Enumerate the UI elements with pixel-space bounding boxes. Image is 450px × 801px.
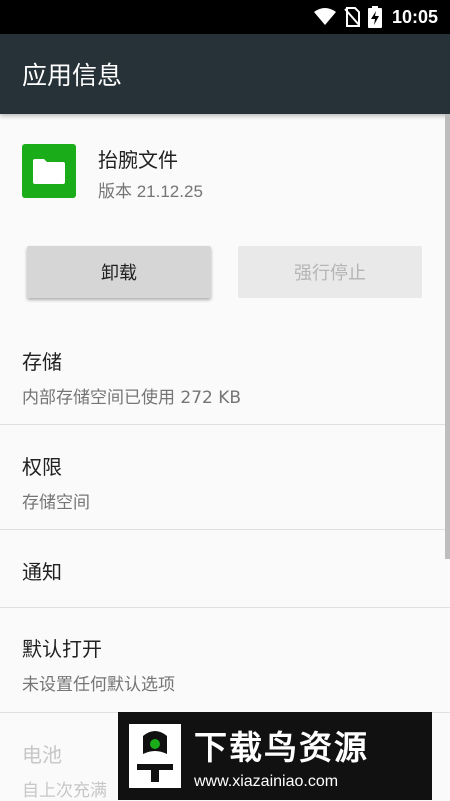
clock: 10:05 [391, 6, 438, 27]
bird-logo-icon [124, 721, 186, 791]
scrollbar[interactable] [445, 114, 450, 559]
permissions-subtitle: 存储空间 [22, 493, 90, 513]
permissions-title: 权限 [22, 455, 62, 479]
app-name: 抬腕文件 [98, 148, 178, 172]
app-header: 抬腕文件 版本 21.12.25 [0, 114, 450, 224]
toolbar: 应用信息 [0, 34, 450, 114]
divider [0, 424, 450, 425]
app-version: 版本 21.12.25 [98, 182, 203, 201]
notifications-title: 通知 [22, 560, 62, 584]
status-bar: 10:05 [0, 0, 450, 34]
no-sim-icon [344, 7, 360, 27]
permissions-item[interactable]: 权限 存储空间 [0, 451, 450, 513]
watermark-url: www.xiazainiao.com [194, 773, 339, 790]
open-by-default-subtitle: 未设置任何默认选项 [22, 675, 175, 695]
watermark-title: 下载鸟资源 [194, 728, 369, 767]
watermark-banner: 下载鸟资源 www.xiazainiao.com [118, 712, 432, 800]
wifi-icon [313, 8, 336, 26]
divider [0, 607, 450, 608]
divider [0, 529, 450, 530]
force-stop-button[interactable]: 强行停止 [238, 246, 422, 298]
folder-icon [22, 144, 76, 198]
storage-title: 存储 [22, 350, 62, 374]
open-by-default-title: 默认打开 [22, 637, 102, 661]
storage-subtitle: 内部存储空间已使用 272 KB [22, 388, 242, 408]
uninstall-button[interactable]: 卸载 [27, 246, 211, 298]
page-title: 应用信息 [22, 61, 123, 90]
notifications-item[interactable]: 通知 [0, 556, 450, 585]
battery-charging-icon [367, 6, 382, 28]
storage-item[interactable]: 存储 内部存储空间已使用 272 KB [0, 346, 450, 408]
open-by-default-item[interactable]: 默认打开 未设置任何默认选项 [0, 633, 450, 695]
